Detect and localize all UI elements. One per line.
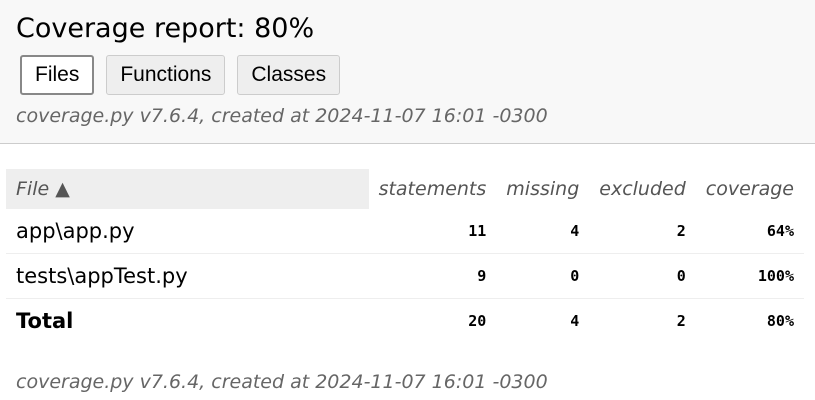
column-header-statements[interactable]: statements	[369, 169, 497, 209]
report-footer: coverage.py v7.6.4, created at 2024-11-0…	[16, 370, 548, 394]
cell-statements: 11	[368, 209, 497, 254]
column-header-excluded[interactable]: excluded	[589, 169, 696, 209]
report-header: Coverage report: 80% Files Functions Cla…	[0, 0, 815, 144]
tab-files[interactable]: Files	[20, 55, 95, 95]
file-link-app[interactable]: app\app.py	[6, 209, 369, 254]
cell-missing: 0	[496, 253, 590, 299]
coverage-table: File ▲ statements missing excluded cover…	[6, 169, 804, 343]
tab-functions[interactable]: Functions	[106, 55, 226, 95]
tab-classes[interactable]: Classes	[237, 55, 341, 95]
cell-statements: 9	[368, 253, 497, 299]
cell-excluded: 0	[589, 253, 696, 299]
footer-coverage-py-link[interactable]: coverage.py v7.6.4, created at 2024-11-0…	[16, 371, 548, 393]
view-tabs: Files Functions Classes	[16, 55, 799, 95]
total-label: Total	[16, 309, 74, 333]
table-header-row: File ▲ statements missing excluded cover…	[6, 169, 804, 209]
cell-excluded: 2	[589, 209, 696, 254]
cell-coverage: 64%	[695, 209, 804, 254]
table-row: tests\appTest.py 9 0 0 100%	[6, 253, 804, 299]
coverage-py-link[interactable]: coverage.py v7.6.4, created at 2024-11-0…	[16, 105, 548, 127]
total-missing: 4	[570, 312, 580, 330]
report-main: File ▲ statements missing excluded cover…	[0, 144, 815, 343]
table-row: app\app.py 11 4 2 64%	[6, 209, 804, 254]
cell-missing: 4	[496, 209, 590, 254]
total-statements: 20	[468, 312, 487, 330]
page-title: Coverage report: 80%	[16, 13, 315, 44]
coverage-report-page: Coverage report: 80% Files Functions Cla…	[0, 0, 815, 400]
total-row: Total 20 4 2 80%	[6, 299, 804, 344]
column-header-missing[interactable]: missing	[496, 169, 589, 209]
file-link-apptest[interactable]: tests\appTest.py	[6, 253, 369, 299]
total-coverage: 80%	[766, 312, 794, 330]
created-info: coverage.py v7.6.4, created at 2024-11-0…	[16, 104, 799, 128]
column-header-file[interactable]: File ▲	[6, 169, 369, 209]
total-excluded: 2	[676, 312, 686, 330]
column-header-coverage[interactable]: coverage	[696, 169, 804, 209]
cell-coverage: 100%	[695, 253, 804, 299]
